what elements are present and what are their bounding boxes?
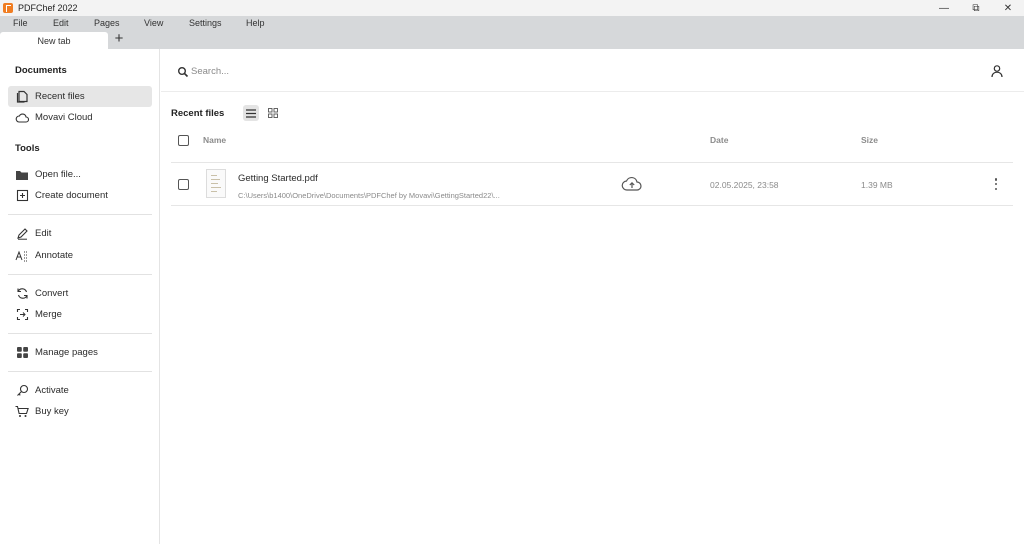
grid-view-button[interactable] [265,105,281,121]
sidebar-item-convert[interactable]: Convert [8,283,152,304]
main-content: Recent files Name Date Size Getting Star… [161,49,1024,544]
sidebar-item-label: Manage pages [35,347,98,358]
menu-bar: File Edit Pages View Settings Help [0,16,1024,30]
select-all-checkbox[interactable] [178,135,189,146]
file-path: C:\Users\b1400\OneDrive\Documents\PDFChe… [238,191,500,200]
cart-icon [15,405,29,419]
sidebar: Documents Recent files Movavi Cloud Tool… [0,49,160,544]
sidebar-item-label: Annotate [35,250,74,261]
sidebar-item-annotate[interactable]: Annotate [8,245,152,266]
title-bar: PDFChef 2022 — ⧉ ✕ [0,0,1024,16]
list-view-button[interactable] [243,105,259,121]
pencil-icon [15,227,29,241]
window-title: PDFChef 2022 [18,3,78,13]
tools-heading: Tools [15,143,40,154]
column-header-size[interactable]: Size [861,135,878,145]
add-document-icon [15,189,29,203]
tab-strip: New tab + [0,30,1024,49]
sidebar-item-label: Merge [35,309,62,320]
cloud-upload-icon[interactable] [621,176,643,192]
menu-edit[interactable]: Edit [53,18,69,28]
search-input[interactable] [191,63,591,79]
annotate-icon [15,249,29,263]
folder-icon [15,168,29,182]
sidebar-item-buy-key[interactable]: Buy key [8,401,152,422]
sidebar-item-edit[interactable]: Edit [8,223,152,244]
grid-icon [15,346,29,360]
recent-files-title: Recent files [171,108,225,119]
file-date: 02.05.2025, 23:58 [710,180,779,190]
new-tab-button[interactable]: + [112,31,126,47]
menu-view[interactable]: View [144,18,163,28]
sidebar-item-open-file[interactable]: Open file... [8,164,152,185]
merge-icon [15,308,29,322]
sidebar-item-label: Recent files [35,91,85,102]
file-icon [15,90,29,104]
close-button[interactable]: ✕ [992,0,1024,16]
sidebar-item-label: Open file... [35,169,81,180]
menu-help[interactable]: Help [246,18,265,28]
sidebar-item-label: Create document [35,190,108,201]
pdf-thumbnail [206,169,226,198]
grid-view-icon [268,108,278,118]
sidebar-item-recent-files[interactable]: Recent files [8,86,152,107]
convert-icon [15,287,29,301]
sidebar-item-label: Activate [35,385,69,396]
sidebar-item-merge[interactable]: Merge [8,304,152,325]
cloud-icon [15,111,29,125]
table-row[interactable]: Getting Started.pdf C:\Users\b1400\OneDr… [171,163,1013,206]
divider [8,333,152,334]
column-header-date[interactable]: Date [710,135,728,145]
sidebar-item-label: Convert [35,288,69,299]
search-bar [161,49,1024,92]
divider [8,214,152,215]
sidebar-item-label: Edit [35,228,52,239]
menu-file[interactable]: File [13,18,28,28]
minimize-button[interactable]: — [928,0,960,16]
file-name: Getting Started.pdf [238,173,318,184]
sidebar-item-manage-pages[interactable]: Manage pages [8,342,152,363]
restore-button[interactable]: ⧉ [960,0,992,16]
file-size: 1.39 MB [861,180,893,190]
search-icon [177,65,189,78]
list-icon [246,108,256,118]
sidebar-item-label: Buy key [35,406,69,417]
menu-settings[interactable]: Settings [189,18,222,28]
sidebar-item-label: Movavi Cloud [35,112,93,123]
sidebar-item-movavi-cloud[interactable]: Movavi Cloud [8,107,152,128]
menu-pages[interactable]: Pages [94,18,120,28]
tab-new-tab[interactable]: New tab [0,32,108,49]
divider [8,274,152,275]
key-icon [15,384,29,398]
app-logo-icon [3,3,13,13]
user-account-icon[interactable] [990,64,1004,78]
row-checkbox[interactable] [178,179,189,190]
column-header-name[interactable]: Name [203,135,226,145]
sidebar-item-activate[interactable]: Activate [8,380,152,401]
documents-heading: Documents [15,65,67,76]
divider [8,371,152,372]
sidebar-item-create-document[interactable]: Create document [8,185,152,206]
more-options-icon[interactable] [991,176,1001,192]
